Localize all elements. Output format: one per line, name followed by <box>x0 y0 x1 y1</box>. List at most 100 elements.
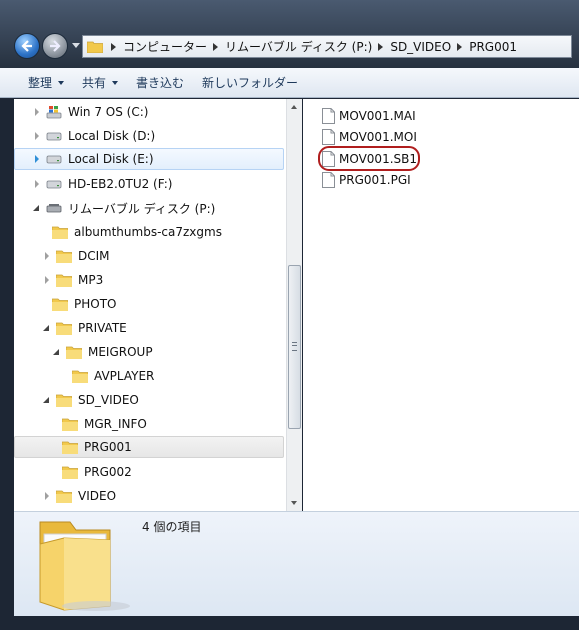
file-item-prg001-pgi[interactable]: PRG001.PGI <box>322 170 411 190</box>
folder-icon <box>56 394 72 407</box>
tree-item-label: リムーバブル ディスク (P:) <box>68 201 216 216</box>
tree-item-private[interactable]: PRIVATE <box>14 317 286 339</box>
address-bar[interactable]: コンピューター リムーバブル ディスク (P:) SD_VIDEO PRG001 <box>82 35 572 58</box>
folder-icon <box>56 322 72 335</box>
folder-icon <box>56 490 72 503</box>
tree-item-video[interactable]: VIDEO <box>14 485 286 507</box>
explorer-window: コンピューター リムーバブル ディスク (P:) SD_VIDEO PRG001… <box>0 0 579 630</box>
expand-arrow-icon[interactable] <box>42 251 52 261</box>
tree-item-label: PRIVATE <box>78 321 127 335</box>
forward-button[interactable] <box>42 33 68 59</box>
tree-item-label: MGR_INFO <box>84 417 147 431</box>
back-button[interactable] <box>14 33 40 59</box>
tree-item-local-disk-e[interactable]: Local Disk (E:) <box>14 148 284 170</box>
tree-item-hd-eb20tu2[interactable]: HD-EB2.0TU2 (F:) <box>14 173 286 195</box>
breadcrumb-sd-video[interactable]: SD_VIDEO <box>390 40 453 54</box>
tree-item-meigroup[interactable]: MEIGROUP <box>14 341 286 363</box>
recent-pages-dropdown[interactable] <box>72 43 80 48</box>
collapse-arrow-icon[interactable] <box>32 203 42 213</box>
tree-item-local-disk-d[interactable]: Local Disk (D:) <box>14 125 286 147</box>
breadcrumb-separator[interactable] <box>457 42 463 51</box>
new-folder-button[interactable]: 新しいフォルダー <box>202 74 298 91</box>
tree-item-photo[interactable]: PHOTO <box>14 293 286 315</box>
tree-item-avplayer[interactable]: AVPLAYER <box>14 365 286 387</box>
organize-label: 整理 <box>28 76 53 90</box>
collapse-arrow-icon[interactable] <box>42 395 52 405</box>
tree-item-win7-os[interactable]: Win 7 OS (C:) <box>14 101 286 123</box>
folder-icon <box>62 441 78 454</box>
expand-arrow-icon[interactable] <box>32 179 42 189</box>
scrollbar-thumb[interactable] <box>288 265 301 429</box>
back-arrow-icon <box>21 40 32 52</box>
breadcrumb-separator[interactable] <box>378 42 384 51</box>
tree-item-dcim[interactable]: DCIM <box>14 245 286 267</box>
folder-icon <box>56 274 72 287</box>
folder-icon <box>52 298 68 311</box>
folder-icon <box>52 226 68 239</box>
file-list-pane[interactable]: MOV001.MAI MOV001.MOI MOV001.SB1 PRG001.… <box>303 99 579 511</box>
tree-item-label: Local Disk (D:) <box>68 129 156 143</box>
expand-arrow-icon[interactable] <box>42 491 52 501</box>
tree-item-label: Local Disk (E:) <box>68 152 154 166</box>
drive-icon <box>46 155 62 164</box>
removable-drive-icon <box>46 204 62 213</box>
tree-item-label: albumthumbs-ca7zxgms <box>74 225 222 239</box>
item-count: 4 個の項目 <box>142 520 202 534</box>
chevron-down-icon <box>112 80 119 85</box>
breadcrumb-separator[interactable] <box>111 42 116 51</box>
breadcrumb-prg001[interactable]: PRG001 <box>469 40 519 54</box>
tree-item-albumthumbs[interactable]: albumthumbs-ca7zxgms <box>14 221 286 243</box>
folder-icon <box>66 346 82 359</box>
tree-item-label: Win 7 OS (C:) <box>68 105 149 119</box>
large-folder-icon <box>39 521 130 611</box>
tree-item-label: AVPLAYER <box>94 369 155 383</box>
tree-item-label: MEIGROUP <box>88 345 153 359</box>
expand-arrow-icon[interactable] <box>32 107 42 117</box>
command-bar: 整理 共有 書き込む 新しいフォルダー <box>0 68 579 98</box>
tree-item-removable-disk-p[interactable]: リムーバブル ディスク (P:) <box>14 197 286 219</box>
expand-arrow-icon[interactable] <box>32 131 42 141</box>
drive-icon <box>46 132 62 141</box>
forward-arrow-icon <box>50 40 61 52</box>
tree-item-sd-video[interactable]: SD_VIDEO <box>14 389 286 411</box>
tree-item-label: PRG002 <box>84 465 132 479</box>
folder-icon <box>56 250 72 263</box>
folder-icon <box>62 466 78 479</box>
tree-item-mgr-info[interactable]: MGR_INFO <box>14 413 286 435</box>
scroll-up-button[interactable] <box>287 99 302 115</box>
tree-item-label: DCIM <box>78 249 110 263</box>
navigation-scrollbar[interactable] <box>286 99 302 511</box>
navigation-pane[interactable]: Win 7 OS (C:) Local Disk (D:) Local Disk… <box>14 99 286 511</box>
tree-item-label: MP3 <box>78 273 104 287</box>
expand-arrow-icon[interactable] <box>32 154 42 164</box>
tree-item-label: HD-EB2.0TU2 (F:) <box>68 177 173 191</box>
collapse-arrow-icon[interactable] <box>52 347 62 357</box>
tree-item-label: SD_VIDEO <box>78 393 139 407</box>
folder-icon <box>72 370 88 383</box>
scroll-down-button[interactable] <box>287 495 302 511</box>
folder-icon <box>62 418 78 431</box>
breadcrumb-removable-disk[interactable]: リムーバブル ディスク (P:) <box>225 38 374 55</box>
file-item-mov001-moi[interactable]: MOV001.MOI <box>322 127 417 147</box>
tree-item-label: PRG001 <box>84 440 132 454</box>
file-name: MOV001.MAI <box>339 109 416 123</box>
share-label: 共有 <box>82 76 107 90</box>
new-folder-label: 新しいフォルダー <box>202 76 299 90</box>
tree-item-prg001[interactable]: PRG001 <box>14 436 284 458</box>
share-button[interactable]: 共有 <box>82 74 119 91</box>
organize-button[interactable]: 整理 <box>28 74 65 91</box>
burn-label: 書き込む <box>136 76 185 90</box>
file-item-mov001-mai[interactable]: MOV001.MAI <box>322 106 416 126</box>
collapse-arrow-icon[interactable] <box>42 323 52 333</box>
folder-icon <box>87 41 103 53</box>
breadcrumb-computer[interactable]: コンピューター <box>123 38 209 55</box>
tree-item-mp3[interactable]: MP3 <box>14 269 286 291</box>
title-bar: コンピューター リムーバブル ディスク (P:) SD_VIDEO PRG001 <box>0 0 579 68</box>
tree-item-prg002[interactable]: PRG002 <box>14 461 286 483</box>
expand-arrow-icon[interactable] <box>42 275 52 285</box>
details-pane: 4 個の項目 <box>14 511 579 616</box>
burn-button[interactable]: 書き込む <box>136 74 184 91</box>
breadcrumb-separator[interactable] <box>213 42 219 51</box>
drive-icon <box>46 180 62 189</box>
grip-icon <box>292 342 297 351</box>
